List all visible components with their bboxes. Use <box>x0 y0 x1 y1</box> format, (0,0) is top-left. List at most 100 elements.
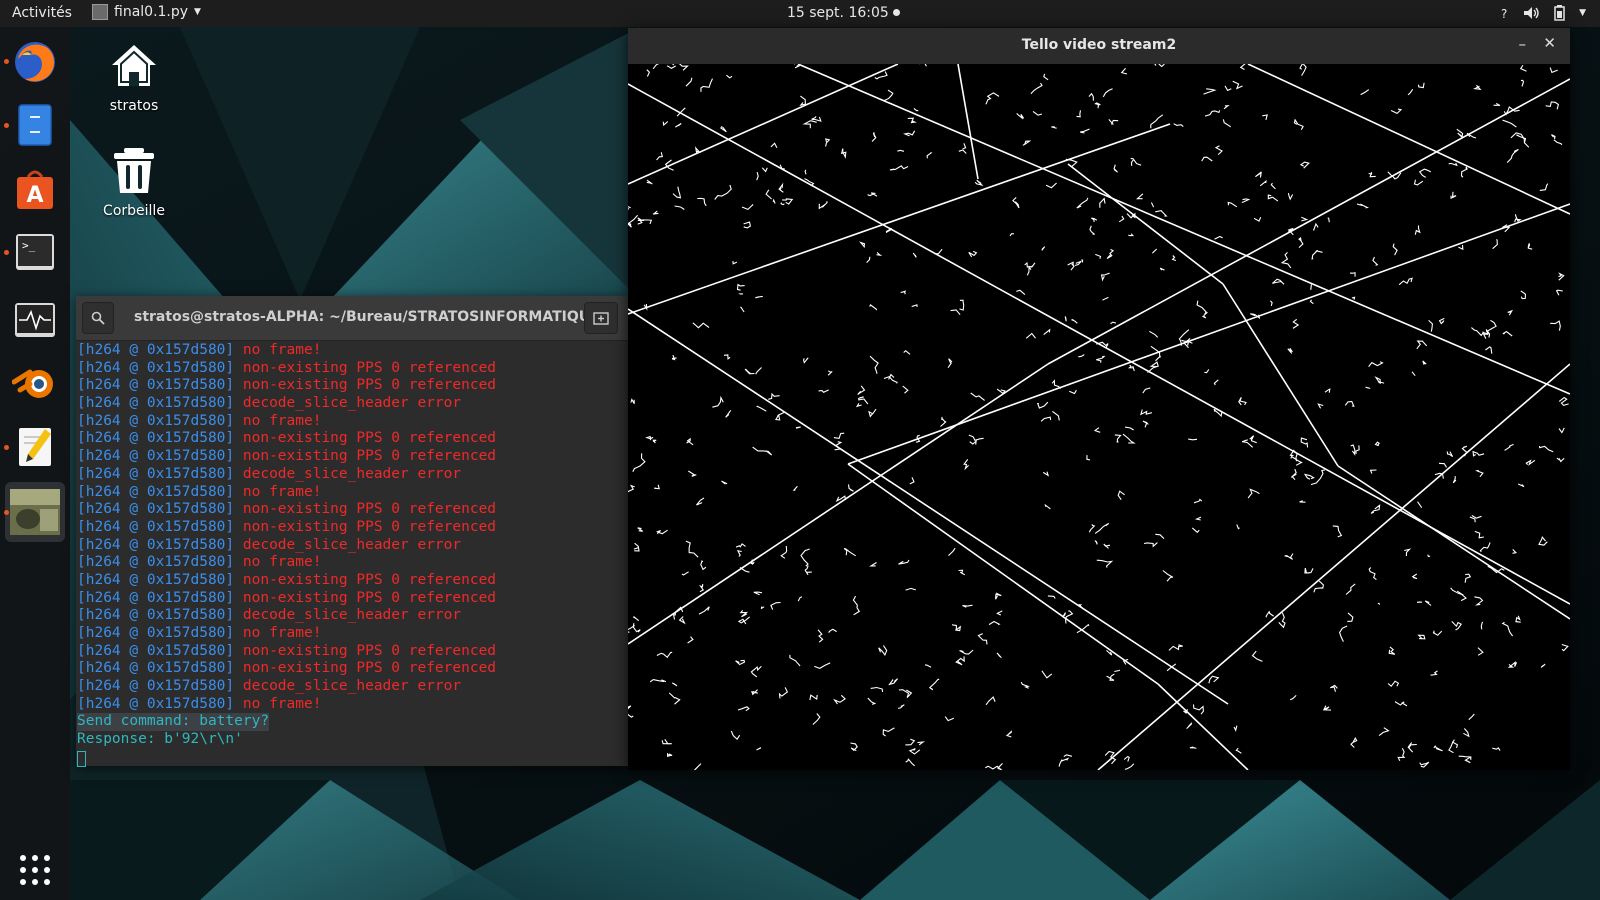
log-message: no frame! <box>242 342 322 358</box>
svg-text:?: ? <box>1501 7 1507 20</box>
log-line: [h264 @ 0x157d580] no frame! <box>77 342 628 360</box>
log-prefix: [h264 @ 0x157d580] <box>77 518 243 535</box>
log-line: [h264 @ 0x157d580] no frame! <box>77 484 628 502</box>
desktop-icon-trash[interactable]: Corbeille <box>89 145 179 219</box>
video-window[interactable]: Tello video stream2 – ✕ <box>628 28 1570 770</box>
command-line: Send command: battery? <box>77 713 270 732</box>
trash-icon <box>114 148 154 193</box>
terminal-headerbar[interactable]: stratos@stratos-ALPHA: ~/Bureau/STRATOSI… <box>76 296 628 341</box>
grid-icon <box>20 855 50 885</box>
dock-item-system-monitor[interactable] <box>10 295 60 345</box>
app-menu[interactable]: final0.1.py ▼ <box>92 4 201 20</box>
terminal-output[interactable]: [h264 @ 0x157d580] no frame! [h264 @ 0x15… <box>76 342 628 767</box>
log-line: [h264 @ 0x157d580] non-existing PPS 0 re… <box>77 430 628 448</box>
new-tab-icon <box>593 312 609 325</box>
log-prefix: [h264 @ 0x157d580] <box>77 430 243 447</box>
log-prefix: [h264 @ 0x157d580] <box>77 448 243 465</box>
app-menu-label: final0.1.py <box>114 4 189 20</box>
log-message: non-existing PPS 0 referenced <box>242 571 497 588</box>
dock-item-text-editor[interactable] <box>10 422 60 472</box>
terminal-search-button[interactable] <box>82 302 114 334</box>
notification-dot-icon <box>892 9 900 16</box>
battery-icon <box>1554 5 1565 21</box>
log-prefix: [h264 @ 0x157d580] <box>77 589 243 606</box>
log-message: non-existing PPS 0 referenced <box>242 359 497 376</box>
terminal-cursor <box>77 750 86 767</box>
log-message: decode_slice_header error <box>242 536 462 553</box>
minimize-button[interactable]: – <box>1519 35 1527 53</box>
desktop-icon-label: stratos <box>109 98 159 114</box>
log-line: [h264 @ 0x157d580] decode_slice_header e… <box>77 466 628 484</box>
video-window-titlebar[interactable]: Tello video stream2 – ✕ <box>628 28 1570 65</box>
files-icon <box>18 104 52 146</box>
log-prefix: [h264 @ 0x157d580] <box>77 536 243 553</box>
home-icon <box>112 45 156 86</box>
terminal-log: [h264 @ 0x157d580] no frame! [h264 @ 0x15… <box>77 342 628 713</box>
activities-button[interactable]: Activités <box>12 5 72 21</box>
log-line: [h264 @ 0x157d580] no frame! <box>77 625 628 643</box>
system-tray[interactable]: ? ▼ <box>1497 5 1586 21</box>
log-message: non-existing PPS 0 referenced <box>242 660 497 677</box>
log-prefix: [h264 @ 0x157d580] <box>77 660 243 677</box>
log-prefix: [h264 @ 0x157d580] <box>77 483 243 500</box>
log-prefix: [h264 @ 0x157d580] <box>77 465 243 482</box>
dock: A >_ <box>0 27 70 900</box>
log-message: non-existing PPS 0 referenced <box>242 518 497 535</box>
wifi-question-icon: ? <box>1501 7 1507 20</box>
software-center-icon: A <box>17 170 53 209</box>
log-prefix: [h264 @ 0x157d580] <box>77 554 243 571</box>
log-message: decode_slice_header error <box>242 465 462 482</box>
log-message: decode_slice_header error <box>242 607 462 624</box>
terminal-window[interactable]: stratos@stratos-ALPHA: ~/Bureau/STRATOSI… <box>76 296 628 767</box>
response-line: Response: b'92\r\n' <box>77 731 243 748</box>
new-tab-button[interactable] <box>584 302 618 334</box>
dock-item-software[interactable]: A <box>10 164 60 214</box>
video-thumbnail-icon <box>10 489 60 535</box>
firefox-icon <box>15 42 55 82</box>
log-line: [h264 @ 0x157d580] no frame! <box>77 554 628 572</box>
log-prefix: [h264 @ 0x157d580] <box>77 678 243 695</box>
log-message: decode_slice_header error <box>242 678 462 695</box>
log-line: [h264 @ 0x157d580] no frame! <box>77 413 628 431</box>
log-message: no frame! <box>242 483 322 500</box>
show-applications-button[interactable] <box>10 845 60 895</box>
log-line: [h264 @ 0x157d580] decode_slice_header e… <box>77 395 628 413</box>
log-prefix: [h264 @ 0x157d580] <box>77 625 243 641</box>
close-button[interactable]: ✕ <box>1543 34 1556 52</box>
log-prefix: [h264 @ 0x157d580] <box>77 342 243 358</box>
chevron-down-icon: ▼ <box>194 7 201 17</box>
log-line: [h264 @ 0x157d580] non-existing PPS 0 re… <box>77 660 628 678</box>
edge-speckle <box>804 169 807 175</box>
log-line: [h264 @ 0x157d580] non-existing PPS 0 re… <box>77 519 628 537</box>
log-message: non-existing PPS 0 referenced <box>242 448 497 465</box>
log-prefix: [h264 @ 0x157d580] <box>77 695 243 712</box>
edge-speckle <box>1310 284 1312 290</box>
clock-button[interactable]: 15 sept. 16:05 <box>787 5 900 21</box>
chevron-down-icon: ▼ <box>1579 8 1586 18</box>
dock-item-video-window[interactable] <box>5 482 65 542</box>
blender-icon <box>12 369 53 398</box>
dock-item-terminal[interactable]: >_ <box>10 227 60 277</box>
log-line: [h264 @ 0x157d580] non-existing PPS 0 re… <box>77 501 628 519</box>
log-line: [h264 @ 0x157d580] non-existing PPS 0 re… <box>77 590 628 608</box>
log-message: non-existing PPS 0 referenced <box>242 377 497 394</box>
running-indicator <box>4 250 9 255</box>
log-line: [h264 @ 0x157d580] non-existing PPS 0 re… <box>77 360 628 378</box>
dock-item-firefox[interactable] <box>10 37 60 87</box>
svg-text:A: A <box>26 183 43 208</box>
log-prefix: [h264 @ 0x157d580] <box>77 501 243 518</box>
log-message: decode_slice_header error <box>242 395 462 412</box>
log-line: [h264 @ 0x157d580] non-existing PPS 0 re… <box>77 448 628 466</box>
log-message: non-existing PPS 0 referenced <box>242 430 497 447</box>
log-line: [h264 @ 0x157d580] no frame! <box>77 696 628 714</box>
log-prefix: [h264 @ 0x157d580] <box>77 642 243 659</box>
log-line: [h264 @ 0x157d580] decode_slice_header e… <box>77 537 628 555</box>
terminal-icon: >_ <box>16 234 54 270</box>
dock-item-blender[interactable] <box>10 357 60 407</box>
log-line: [h264 @ 0x157d580] non-existing PPS 0 re… <box>77 643 628 661</box>
log-prefix: [h264 @ 0x157d580] <box>77 571 243 588</box>
dock-item-files[interactable] <box>10 100 60 150</box>
desktop-icon-home[interactable]: stratos <box>89 40 179 114</box>
volume-icon <box>1524 7 1539 19</box>
log-message: non-existing PPS 0 referenced <box>242 642 497 659</box>
